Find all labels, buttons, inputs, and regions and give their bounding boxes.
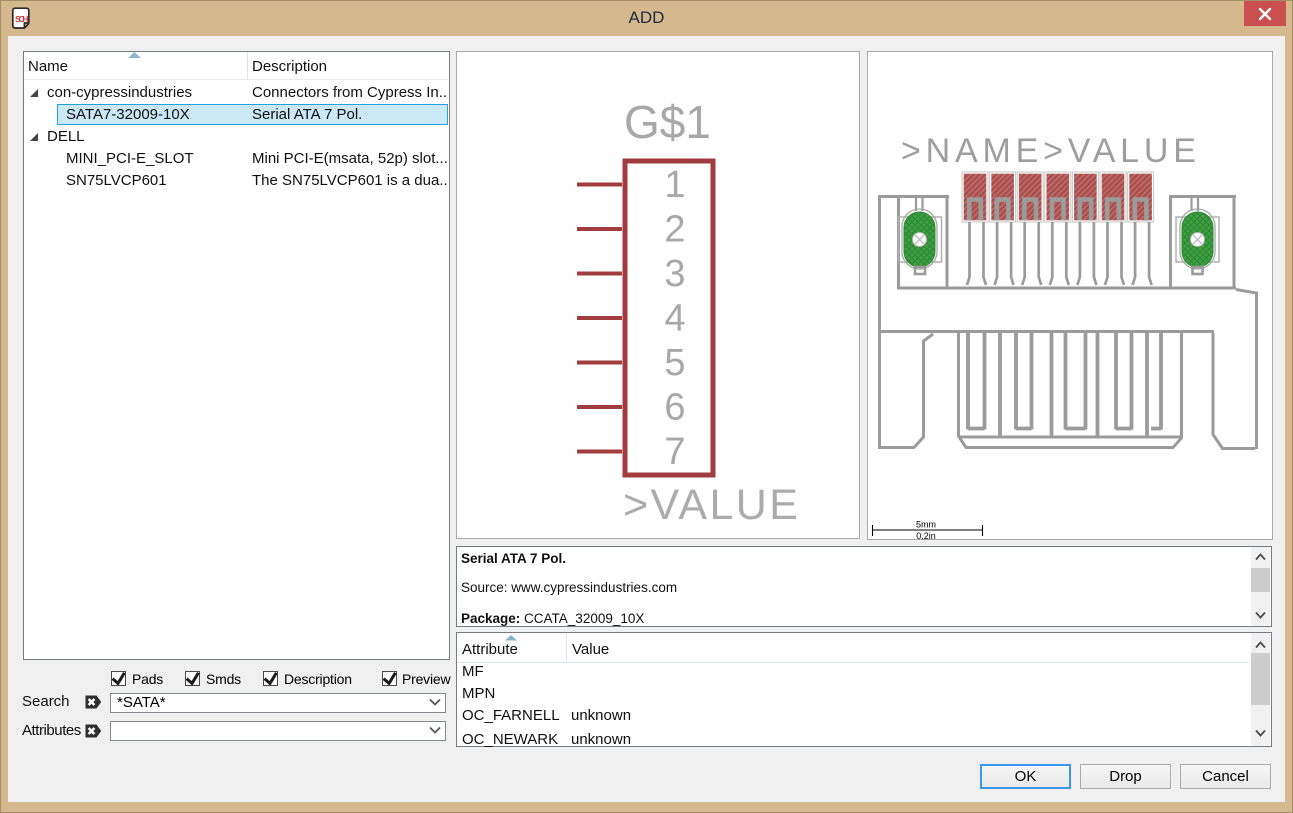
svg-text:1: 1 — [664, 164, 685, 206]
svg-text:>VALUE: >VALUE — [623, 481, 800, 529]
svg-text:>NAME>VALUE: >NAME>VALUE — [901, 132, 1201, 170]
svg-text:6: 6 — [664, 387, 685, 429]
svg-text:5mm: 5mm — [916, 520, 936, 530]
svg-text:G$1: G$1 — [624, 96, 711, 148]
svg-text:5: 5 — [664, 342, 685, 384]
svg-text:2: 2 — [664, 209, 685, 251]
svg-text:3: 3 — [664, 253, 685, 295]
svg-text:7: 7 — [664, 431, 685, 473]
svg-text:0.2in: 0.2in — [916, 531, 936, 541]
svg-text:4: 4 — [664, 298, 685, 340]
svg-text:SCH: SCH — [15, 14, 29, 24]
